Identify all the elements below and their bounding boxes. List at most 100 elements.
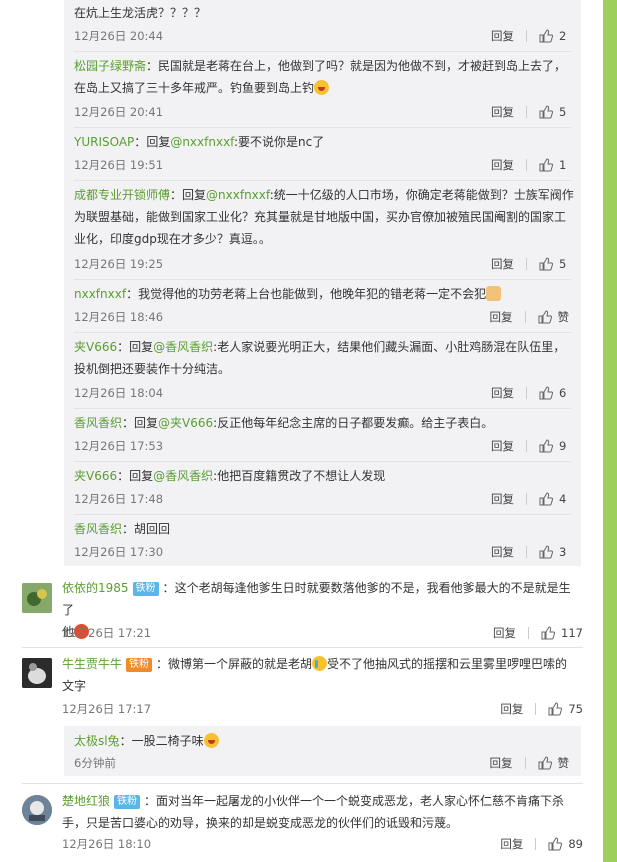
divider	[74, 127, 571, 128]
reply-text: 胡回回	[134, 522, 171, 536]
laugh-emoji-icon	[203, 733, 219, 748]
avatar[interactable]	[22, 795, 52, 825]
thumb-up-icon[interactable]	[539, 257, 553, 271]
reply-author-link[interactable]: 香风香织	[74, 416, 122, 430]
mention-link[interactable]: @nxxfnxxf	[170, 135, 234, 149]
reply-button[interactable]: 回复	[491, 385, 514, 401]
separator: ：	[156, 657, 169, 671]
reply-button[interactable]: 回复	[491, 438, 514, 454]
fan-badge: 铁粉	[132, 582, 159, 596]
reply-button[interactable]: 回复	[490, 755, 513, 771]
thumb-up-icon[interactable]	[539, 105, 553, 119]
reply-prefix: 回复	[129, 469, 154, 483]
thumb-up-icon[interactable]	[538, 310, 552, 324]
reply-button[interactable]: 回复	[500, 701, 523, 717]
like-count: 5	[559, 257, 567, 271]
reply-button[interactable]: 回复	[491, 256, 514, 272]
divider	[526, 159, 527, 171]
thumb-up-icon[interactable]	[539, 29, 553, 43]
divider	[22, 647, 583, 648]
reply-text-line2: 投机倒把还要装作十分纯洁。	[74, 362, 231, 376]
thumb-up-icon[interactable]	[539, 492, 553, 506]
reply-text-line2: 在岛上又搞了三十多年戒严。钓鱼要到岛上钓	[74, 81, 315, 95]
divider	[74, 514, 571, 515]
reply-author-link[interactable]: 夹V666	[74, 340, 117, 354]
divider	[526, 30, 527, 42]
reply-button[interactable]: 回复	[491, 28, 514, 44]
avatar[interactable]	[22, 658, 52, 688]
separator: ：	[117, 469, 130, 483]
cat-emoji-icon	[486, 286, 502, 301]
like-count: 3	[559, 545, 567, 559]
separator: ：	[144, 794, 157, 808]
comment-time: 12月26日 17:21	[62, 626, 152, 640]
reply-button[interactable]: 回复	[491, 104, 514, 120]
reply-button[interactable]: 回复	[490, 309, 513, 325]
thumb-up-icon[interactable]	[539, 386, 553, 400]
reply-text-line2: 为联盟基础，能做到国家工业化？充其量就是甘地版中国，买办官僚加被殖民国阉割的国家…	[74, 210, 567, 224]
separator: ：	[117, 340, 130, 354]
comment-author-link[interactable]: 牛生贾牛牛	[62, 657, 122, 671]
reply-author-link[interactable]: nxxfnxxf	[74, 287, 126, 301]
comment-text: 微博第一个屏蔽的就是老胡	[168, 657, 313, 671]
mention-link[interactable]: @nxxfnxxf	[206, 188, 270, 202]
reply-prefix: 回复	[129, 340, 154, 354]
fan-badge: 铁粉	[126, 658, 153, 672]
reply-author-link[interactable]: YURISOAP	[74, 135, 134, 149]
comment-text: 面对当年一起屠龙的小伙伴一个一个蜕变成恶龙，老人家心怀仁慈不肯痛下杀	[156, 794, 565, 808]
thumb-up-icon[interactable]	[538, 756, 552, 770]
comment-author-link[interactable]: 依依的1985	[62, 581, 129, 595]
thumb-up-icon[interactable]	[539, 545, 553, 559]
reply-author-link[interactable]: 太极sl兔	[74, 734, 120, 748]
reply-author-link[interactable]: 松园子绿野斋	[74, 59, 146, 73]
avatar-image-icon	[22, 583, 52, 613]
avatar[interactable]	[22, 583, 52, 613]
separator: ：	[119, 734, 132, 748]
reply-time: 12月26日 18:04	[74, 386, 164, 400]
reply-button[interactable]: 回复	[491, 491, 514, 507]
thumb-up-icon[interactable]	[548, 837, 563, 851]
mention-link[interactable]: @香风香织	[153, 340, 213, 354]
thumb-up-icon[interactable]	[548, 702, 563, 716]
reply-time: 12月26日 20:41	[74, 105, 164, 119]
mention-link[interactable]: @香风香织	[153, 469, 213, 483]
like-count: 9	[559, 439, 567, 453]
like-button-text[interactable]: 赞	[558, 309, 570, 325]
page-scroll-rail	[603, 0, 617, 862]
divider	[526, 106, 527, 118]
thumb-up-icon[interactable]	[539, 439, 553, 453]
divider	[74, 51, 571, 52]
avatar-image-icon	[22, 658, 52, 688]
reply-text: 我觉得他的功劳老蒋上台也能做到，他晚年犯的错老蒋一定不会犯	[138, 287, 487, 301]
reply-text: :老人家说要光明正大，结果他们藏头漏面、小肚鸡肠混在队伍里，	[213, 340, 566, 354]
reply-time: 12月26日 17:30	[74, 545, 164, 559]
divider	[74, 332, 571, 333]
reply-button[interactable]: 回复	[491, 157, 514, 173]
reply-thread: 在炕上生龙活虎？？？？ 12月26日 20:44 回复 2 松园子绿野斋：民国就…	[64, 0, 581, 566]
reply-button[interactable]: 回复	[500, 836, 523, 852]
comment-time: 12月26日 17:17	[62, 702, 152, 716]
reply-time: 12月26日 17:53	[74, 439, 164, 453]
reply-button[interactable]: 回复	[491, 544, 514, 560]
mention-link[interactable]: @夹V666	[158, 416, 213, 430]
reply-text: 在炕上生龙活虎？？？？	[74, 6, 207, 20]
like-count: 75	[568, 702, 583, 716]
separator: ：	[126, 287, 139, 301]
reply-time: 12月26日 17:48	[74, 492, 164, 506]
reply-button[interactable]: 回复	[493, 625, 516, 641]
comment-author-link[interactable]: 楚地红狼	[62, 794, 110, 808]
divider	[535, 838, 537, 850]
reply-author-link[interactable]: 成都专业开锁师傅	[74, 188, 170, 202]
reply-author-link[interactable]: 夹V666	[74, 469, 117, 483]
reply-author-link[interactable]: 香风香织	[74, 522, 122, 536]
like-button-text[interactable]: 赞	[558, 755, 570, 771]
comment-time: 12月26日 18:10	[62, 837, 152, 851]
thumb-up-icon[interactable]	[539, 158, 553, 172]
reply-time: 12月26日 18:46	[74, 310, 164, 324]
thumb-up-icon[interactable]	[541, 626, 556, 640]
reply-text: :反正他每年纪念主席的日子都要发癫。给主子表白。	[213, 416, 494, 430]
divider	[526, 258, 527, 270]
laugh-emoji-icon	[314, 80, 330, 95]
divider	[526, 493, 527, 505]
reply-prefix: 回复	[182, 188, 207, 202]
